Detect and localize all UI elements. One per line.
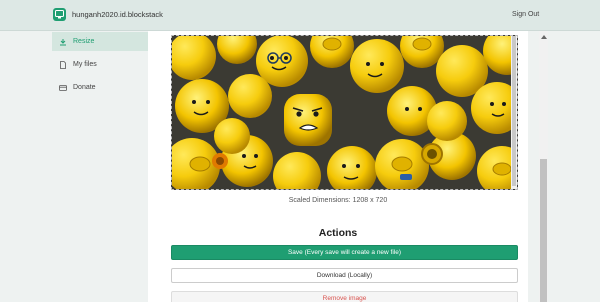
remove-image-button[interactable]: Remove image <box>171 291 518 302</box>
page-scrollbar-thumb[interactable] <box>540 159 547 302</box>
scaled-dimensions: Scaled Dimensions: 1208 x 720 <box>288 197 388 204</box>
sidebar: Resize My files Donate <box>52 31 148 302</box>
sidebar-item-label: Donate <box>73 84 96 91</box>
brand[interactable]: hunganh2020.id.blockstack <box>53 8 163 21</box>
sidebar-item-resize[interactable]: Resize <box>52 32 148 51</box>
sign-out-link[interactable]: Sign Out <box>512 11 539 18</box>
file-icon <box>59 60 67 69</box>
app-logo-icon <box>53 8 66 21</box>
resize-icon <box>59 38 67 46</box>
lego-heads-image <box>172 36 517 189</box>
sidebar-item-label: My files <box>73 61 97 68</box>
main-panel: Scaled Dimensions: 1208 x 720 Actions Sa… <box>148 31 528 302</box>
image-preview[interactable] <box>171 35 518 190</box>
scroll-up-icon[interactable] <box>541 35 547 39</box>
top-bar: hunganh2020.id.blockstack Sign Out <box>0 0 600 31</box>
download-button[interactable]: Download (Locally) <box>171 268 518 283</box>
actions-heading: Actions <box>318 227 358 239</box>
sidebar-item-label: Resize <box>73 38 95 45</box>
image-scrollbar[interactable] <box>511 36 517 189</box>
card-icon <box>59 84 67 92</box>
sidebar-item-donate[interactable]: Donate <box>52 78 148 97</box>
app-name: hunganh2020.id.blockstack <box>72 10 163 19</box>
page-scrollbar[interactable] <box>539 31 548 302</box>
save-button[interactable]: Save (Every save will create a new file) <box>171 245 518 260</box>
image-scrollbar-thumb[interactable] <box>512 36 516 186</box>
sidebar-item-my-files[interactable]: My files <box>52 55 148 74</box>
